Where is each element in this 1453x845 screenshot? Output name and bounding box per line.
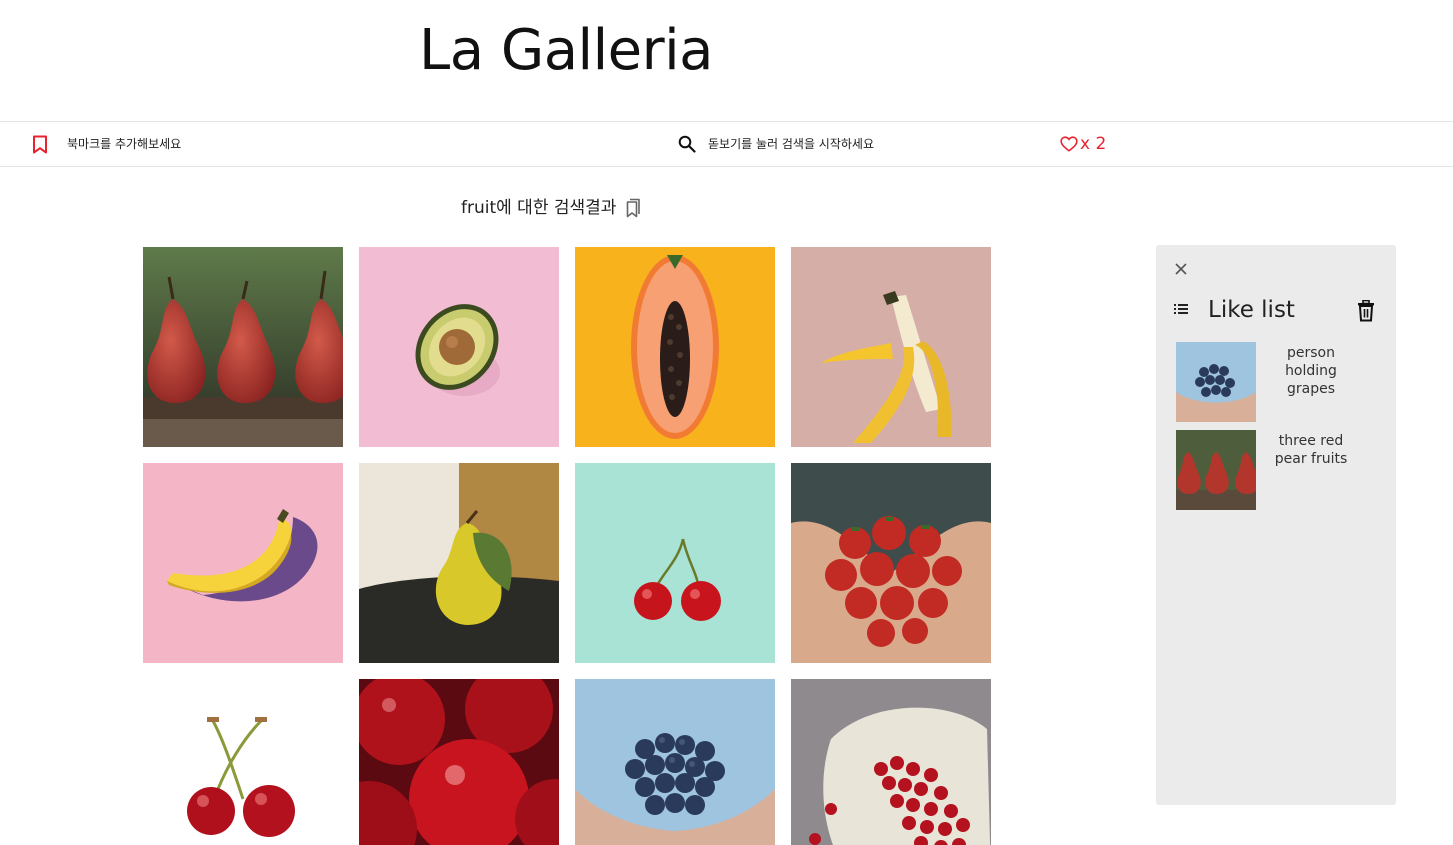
image-tile-banana[interactable] xyxy=(143,463,343,663)
heart-icon xyxy=(1060,136,1078,152)
cherries-mint-image xyxy=(575,463,775,663)
avocado-image xyxy=(359,247,559,447)
top-bar: 북마크를 추가해보세요 x 2 xyxy=(0,121,1453,167)
pears-image xyxy=(143,247,343,447)
like-item-label: person holding grapes xyxy=(1285,345,1337,397)
papaya-image xyxy=(575,247,775,447)
result-title-suffix: 에 대한 검색결과 xyxy=(496,198,617,218)
trash-icon[interactable] xyxy=(1356,300,1376,322)
header: La Galleria xyxy=(0,0,1453,121)
grapes-image xyxy=(575,679,775,845)
like-item-label: three red pear fruits xyxy=(1274,433,1348,467)
search-icon[interactable] xyxy=(678,135,696,153)
image-tile-grapes[interactable] xyxy=(575,679,775,845)
banana-image xyxy=(143,463,343,663)
cherries-white-image xyxy=(143,679,343,845)
bookmark-icon[interactable] xyxy=(32,135,48,154)
banana-peeled-image xyxy=(791,247,991,447)
image-tile-cherries-closeup[interactable] xyxy=(359,679,559,845)
image-tile-papaya[interactable] xyxy=(575,247,775,447)
like-thumb-grapes xyxy=(1176,342,1256,422)
like-thumb-pears xyxy=(1176,430,1256,510)
list-icon xyxy=(1174,304,1188,314)
image-tile-strawberries[interactable] xyxy=(791,463,991,663)
image-tile-pears[interactable] xyxy=(143,247,343,447)
site-logo[interactable]: La Galleria xyxy=(419,16,714,86)
image-tile-cherries-mint[interactable] xyxy=(575,463,775,663)
image-tile-avocado[interactable] xyxy=(359,247,559,447)
close-icon[interactable] xyxy=(1174,262,1188,276)
like-count: x 2 xyxy=(1080,134,1107,154)
image-tile-banana-peeled[interactable] xyxy=(791,247,991,447)
image-tile-cherries-bag[interactable] xyxy=(791,679,991,845)
bookmark-add-icon[interactable] xyxy=(624,198,642,218)
like-list-toggle[interactable]: x 2 xyxy=(1060,133,1106,155)
strawberries-image xyxy=(791,463,991,663)
panel-title: Like list xyxy=(1208,297,1295,323)
cherries-bag-image xyxy=(791,679,991,845)
pear-image xyxy=(359,463,559,663)
image-tile-cherries-white[interactable] xyxy=(143,679,343,845)
image-tile-pear[interactable] xyxy=(359,463,559,663)
like-list-panel: Like list person holding grapes three re… xyxy=(1156,245,1396,805)
result-title: fruit 에 대한 검색결과 xyxy=(461,196,642,220)
like-item[interactable]: person holding grapes xyxy=(1176,342,1376,422)
bookmark-hint: 북마크를 추가해보세요 xyxy=(67,137,182,151)
search-query: fruit xyxy=(461,198,497,218)
like-item[interactable]: three red pear fruits xyxy=(1176,430,1376,510)
search-input[interactable] xyxy=(708,132,1028,156)
cherries-closeup-image xyxy=(359,679,559,845)
